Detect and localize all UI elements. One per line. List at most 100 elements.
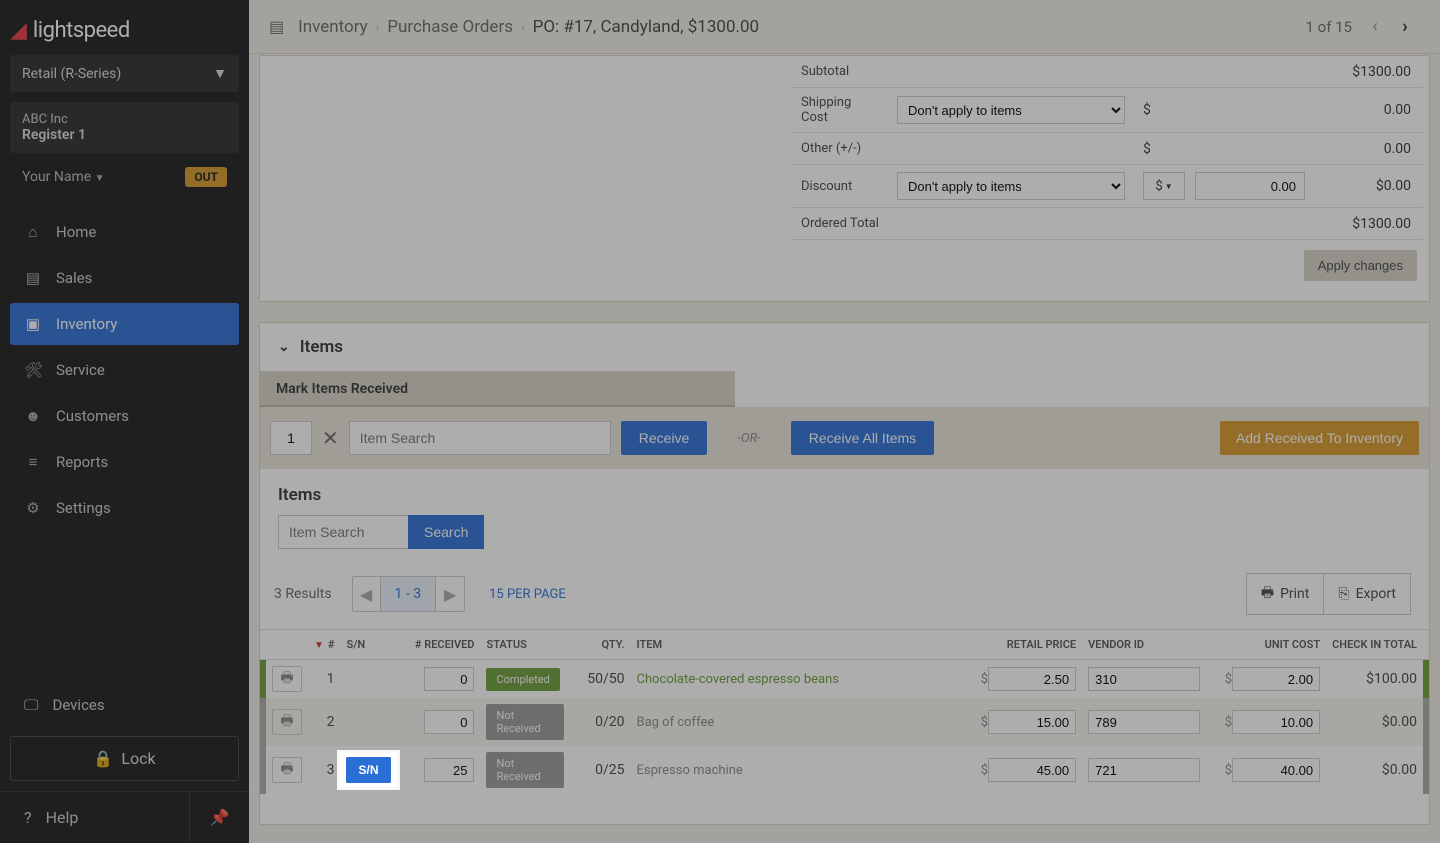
export-button[interactable]: ⎘Export <box>1324 573 1411 615</box>
items-section-header[interactable]: ⌄ Items <box>260 323 1429 371</box>
user-icon: ☻ <box>24 407 42 425</box>
chart-icon: ≡ <box>24 453 42 471</box>
row-total: $0.00 <box>1326 698 1423 746</box>
col-status[interactable]: STATUS <box>480 630 570 660</box>
apply-changes-button[interactable]: Apply changes <box>1304 250 1417 281</box>
export-icon: ⎘ <box>1338 586 1349 602</box>
row-received-input[interactable] <box>424 710 474 734</box>
sn-button[interactable]: S/N <box>346 757 390 783</box>
discount-currency-select[interactable]: $ ▼ <box>1143 172 1185 200</box>
mark-items-received-title: Mark Items Received <box>260 371 735 407</box>
vendor-id-input[interactable] <box>1088 710 1200 734</box>
subtotal-value: $1300.00 <box>1131 57 1423 87</box>
sidebar-item-service[interactable]: 🛠Service <box>10 349 239 391</box>
receive-button[interactable]: Receive <box>621 421 708 455</box>
sidebar-item-devices[interactable]: 🖵Devices <box>0 684 249 726</box>
unit-cost-input[interactable] <box>1232 667 1320 691</box>
next-button[interactable]: › <box>1390 12 1420 42</box>
print-button[interactable]: 🖶Print <box>1246 573 1325 615</box>
sidebar-item-reports[interactable]: ≡Reports <box>10 441 239 483</box>
breadcrumb-inventory[interactable]: Inventory <box>298 17 368 37</box>
other-label: Other (+/-) <box>791 134 891 163</box>
col-qty[interactable]: QTY. <box>570 630 630 660</box>
receive-qty-input[interactable] <box>270 421 312 455</box>
help-button[interactable]: ?Help <box>0 792 189 843</box>
box-icon: ▣ <box>24 315 42 333</box>
sidebar-item-sales[interactable]: ▤Sales <box>10 257 239 299</box>
out-badge[interactable]: OUT <box>185 167 227 187</box>
row-print-button[interactable]: 🖶 <box>272 666 302 692</box>
row-print-button[interactable]: 🖶 <box>272 757 302 783</box>
currency-symbol: $ <box>1212 715 1232 730</box>
vendor-id-input[interactable] <box>1088 667 1200 691</box>
table-row: 🖶 3 S/N Not Received 0/25 Espresso machi… <box>260 746 1429 794</box>
add-received-to-inventory-button[interactable]: Add Received To Inventory <box>1220 421 1419 455</box>
row-item-name[interactable]: Chocolate-covered espresso beans <box>636 672 838 687</box>
user-row: Your Name ▼ OUT <box>0 153 249 201</box>
chevron-down-icon: ⌄ <box>278 339 290 355</box>
row-received-input[interactable] <box>424 758 474 782</box>
row-qty: 50/50 <box>570 660 630 699</box>
company-box[interactable]: ABC Inc Register 1 <box>10 102 239 153</box>
ordered-total-value: $1300.00 <box>1131 209 1423 239</box>
items-pager: ◀ 1 - 3 ▶ <box>352 576 466 612</box>
items-search-input[interactable] <box>278 515 408 549</box>
currency-symbol: $ <box>968 672 988 687</box>
per-page-link[interactable]: 15 PER PAGE <box>489 587 566 602</box>
pin-button[interactable]: 📌 <box>189 792 249 843</box>
other-val: 0.00 <box>1384 141 1411 157</box>
col-num[interactable]: # <box>328 638 335 651</box>
prev-button[interactable]: ‹ <box>1360 12 1390 42</box>
col-item[interactable]: ITEM <box>630 630 962 660</box>
retail-price-input[interactable] <box>988 667 1076 691</box>
receive-item-search[interactable] <box>349 421 611 455</box>
subtotal-label: Subtotal <box>791 57 891 86</box>
user-name[interactable]: Your Name ▼ <box>22 169 105 185</box>
retail-price-input[interactable] <box>988 758 1076 782</box>
col-sn[interactable]: S/N <box>340 630 400 660</box>
sidebar-item-settings[interactable]: ⚙Settings <box>10 487 239 529</box>
breadcrumb-purchase-orders[interactable]: Purchase Orders <box>387 17 513 37</box>
sort-desc-icon: ▼ <box>314 640 324 651</box>
help-icon: ? <box>24 808 32 827</box>
discount-select[interactable]: Don't apply to items <box>897 172 1125 200</box>
sidebar-item-home[interactable]: ⌂Home <box>10 211 239 253</box>
results-count: 3 Results <box>274 586 332 602</box>
ordered-total-label: Ordered Total <box>791 209 891 238</box>
col-unit[interactable]: UNIT COST <box>1206 630 1326 660</box>
items-table: ▼ # S/N # RECEIVED STATUS QTY. ITEM RETAI… <box>260 629 1429 794</box>
discount-input[interactable] <box>1195 172 1305 200</box>
shipping-select[interactable]: Don't apply to items <box>897 96 1125 124</box>
row-item-name: Espresso machine <box>636 763 742 778</box>
items-search-button[interactable]: Search <box>408 515 484 549</box>
archive-icon: ▤ <box>269 17 284 36</box>
unit-cost-input[interactable] <box>1232 710 1320 734</box>
col-vendor[interactable]: VENDOR ID <box>1082 630 1206 660</box>
lock-button[interactable]: 🔒Lock <box>10 736 239 781</box>
product-selector[interactable]: Retail (R-Series) ▼ <box>10 55 239 92</box>
pager-prev[interactable]: ◀ <box>353 577 381 611</box>
other-cur: $ <box>1143 141 1151 157</box>
row-total: $100.00 <box>1326 660 1423 699</box>
row-qty: 0/25 <box>570 746 630 794</box>
chevron-down-icon: ▼ <box>95 173 105 184</box>
tag-icon: ▤ <box>24 269 42 287</box>
sidebar-item-inventory[interactable]: ▣Inventory <box>10 303 239 345</box>
col-checkin[interactable]: CHECK IN TOTAL <box>1326 630 1423 660</box>
row-print-button[interactable]: 🖶 <box>272 709 302 735</box>
pager-range: 1 - 3 <box>381 577 437 611</box>
vendor-id-input[interactable] <box>1088 758 1200 782</box>
retail-price-input[interactable] <box>988 710 1076 734</box>
col-retail[interactable]: RETAIL PRICE <box>962 630 1082 660</box>
row-received-input[interactable] <box>424 667 474 691</box>
unit-cost-input[interactable] <box>1232 758 1320 782</box>
or-text: -OR- <box>737 431 760 446</box>
home-icon: ⌂ <box>24 223 42 241</box>
company-name: ABC Inc <box>22 112 227 127</box>
pager-next[interactable]: ▶ <box>436 577 464 611</box>
sidebar-item-customers[interactable]: ☻Customers <box>10 395 239 437</box>
items-card: ⌄ Items Mark Items Received ✕ Receive -O… <box>259 322 1430 825</box>
row-status-badge: Not Received <box>486 752 564 788</box>
receive-all-button[interactable]: Receive All Items <box>791 421 934 455</box>
col-received[interactable]: # RECEIVED <box>400 630 480 660</box>
